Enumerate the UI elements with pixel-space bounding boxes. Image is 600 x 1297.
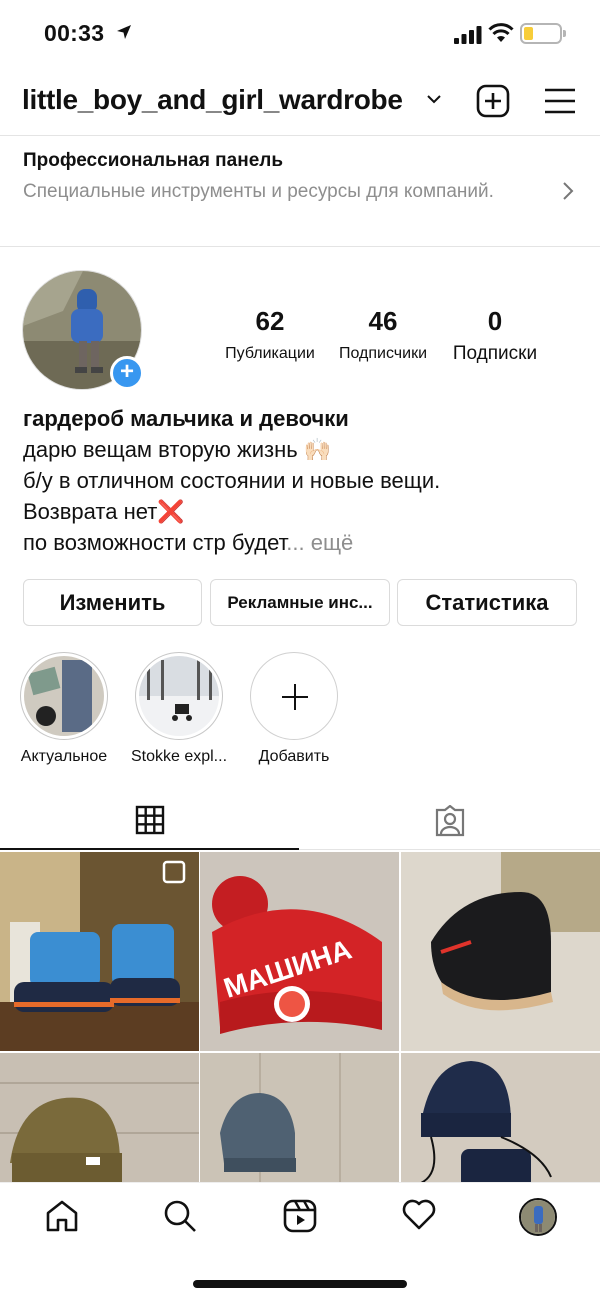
highlight-item[interactable]: Актуальное: [9, 652, 119, 766]
bio-line: Возврата нет❌: [23, 499, 185, 524]
username-switcher[interactable]: little_boy_and_girl_wardrobe: [22, 84, 403, 116]
tagged-person-icon: [435, 805, 465, 837]
pro-dashboard-subtitle: Специальные инструменты и ресурсы для ко…: [23, 181, 494, 202]
stat-followers-count: 46: [368, 306, 398, 336]
heart-icon[interactable]: [402, 1199, 436, 1231]
profile-display-name: гардероб мальчика и девочки: [23, 406, 349, 431]
ad-tools-button[interactable]: Рекламные инс...: [210, 579, 390, 626]
bio-more-link[interactable]: ... ещё: [286, 530, 353, 555]
stat-following[interactable]: 0 Подписки: [442, 306, 548, 365]
profile-avatar[interactable]: +: [22, 270, 144, 392]
highlight-ring: [20, 652, 108, 740]
stat-posts-count: 62: [255, 306, 285, 336]
highlight-label: Stokke expl...: [130, 748, 228, 765]
profile-tab-avatar[interactable]: [519, 1198, 557, 1236]
bottom-navigation: [0, 1182, 600, 1297]
stat-posts-label: Публикации: [225, 345, 315, 362]
highlight-cover: [139, 656, 219, 736]
plus-icon: [282, 684, 308, 710]
hamburger-menu-icon[interactable]: [544, 88, 576, 114]
grid-icon: [135, 805, 165, 835]
post-thumbnail[interactable]: [0, 852, 199, 1051]
location-arrow-icon: [117, 25, 131, 39]
chevron-right-icon: [563, 182, 574, 200]
home-icon[interactable]: [45, 1199, 79, 1233]
reels-icon[interactable]: [283, 1199, 317, 1233]
profile-bio: гардероб мальчика и девочки дарю вещам в…: [23, 403, 583, 558]
status-bar: 00:33: [0, 0, 600, 68]
status-time: 00:33: [44, 20, 105, 46]
stat-following-count: 0: [487, 306, 503, 336]
add-story-plus-icon[interactable]: +: [110, 356, 144, 390]
highlight-label: Добавить: [258, 748, 330, 765]
bio-line: по возможности стр будет: [23, 530, 287, 555]
cellular-signal-icon: [454, 26, 482, 44]
professional-dashboard[interactable]: Профессиональная панель Специальные инст…: [0, 137, 600, 247]
pro-dashboard-title: Профессиональная панель: [23, 150, 284, 171]
bio-line: дарю вещам вторую жизнь 🙌🏻: [23, 437, 332, 462]
stat-followers[interactable]: 46 Подписчики: [330, 306, 436, 363]
insights-button[interactable]: Статистика: [397, 579, 577, 626]
add-highlight-circle: [250, 652, 338, 740]
add-highlight-item[interactable]: Добавить: [239, 652, 349, 766]
tab-posts-grid[interactable]: [0, 800, 299, 850]
chevron-down-icon[interactable]: [426, 94, 442, 104]
search-icon[interactable]: [163, 1199, 197, 1233]
bio-line: б/у в отличном состоянии и новые вещи.: [23, 468, 441, 493]
profile-header: little_boy_and_girl_wardrobe: [0, 70, 600, 136]
stat-posts[interactable]: 62 Публикации: [218, 306, 322, 363]
edit-profile-button[interactable]: Изменить: [23, 579, 202, 626]
battery-icon: [520, 23, 566, 44]
stat-following-label: Подписки: [452, 343, 538, 364]
home-indicator: [193, 1280, 407, 1288]
post-thumbnail[interactable]: [401, 852, 600, 1051]
highlight-cover: [24, 656, 104, 736]
profile-tabs: [0, 800, 600, 850]
stat-followers-label: Подписчики: [338, 345, 427, 362]
wifi-icon: [488, 23, 514, 42]
bio-line-truncated: по возможности стр будет... ещё: [23, 527, 583, 558]
highlight-ring: [135, 652, 223, 740]
plus-square-icon[interactable]: [476, 84, 510, 118]
post-thumbnail[interactable]: МАШИНА: [200, 852, 399, 1051]
highlight-item[interactable]: Stokke expl...: [124, 652, 234, 766]
highlight-label: Актуальное: [20, 748, 108, 765]
